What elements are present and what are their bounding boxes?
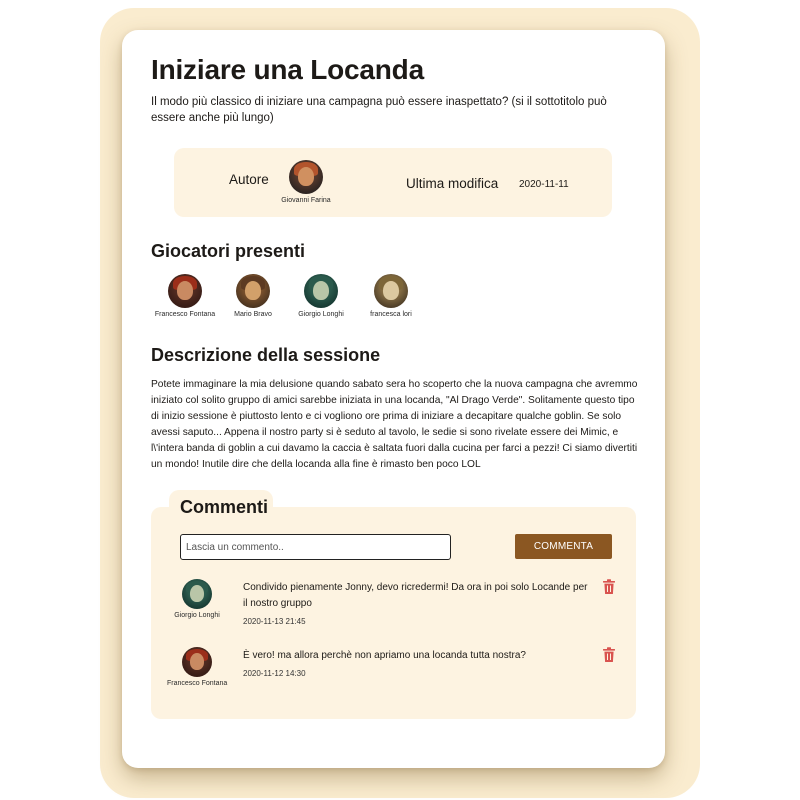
avatar[interactable] [168, 274, 202, 308]
comments-section: COMMENTA Giorgio Longhi Condivido pienam… [151, 507, 636, 719]
page-title: Iniziare una Locanda [151, 54, 424, 85]
comment-date: 2020-11-13 21:45 [243, 617, 306, 626]
session-meta: Autore Giovanni Farina Ultima modifica 2… [174, 148, 612, 217]
players-title: Giocatori presenti [151, 241, 306, 261]
comment-author[interactable]: Francesco Fontana [167, 647, 227, 687]
avatar[interactable] [182, 579, 212, 609]
modified-label: Ultima modifica [406, 176, 499, 191]
avatar[interactable] [236, 274, 270, 308]
modified-date: 2020-11-11 [519, 179, 569, 190]
author-name: Giovanni Farina [281, 197, 331, 204]
comment-input[interactable] [180, 534, 451, 560]
author-label: Autore [229, 172, 269, 187]
comment-author-name: Giorgio Longhi [174, 612, 220, 619]
player-item[interactable]: francesca lori [356, 274, 426, 318]
avatar[interactable] [182, 647, 212, 677]
comment-item: Giorgio Longhi Condivido pienamente Jonn… [151, 579, 636, 639]
player-name: Francesco Fontana [154, 311, 216, 318]
player-name: Giorgio Longhi [298, 311, 344, 318]
author-profile[interactable]: Giovanni Farina [276, 160, 336, 204]
comment-item: Francesco Fontana È vero! ma allora perc… [151, 647, 636, 707]
player-item[interactable]: Giorgio Longhi [286, 274, 356, 318]
avatar[interactable] [304, 274, 338, 308]
comment-button[interactable]: COMMENTA [515, 534, 612, 559]
comment-author-name: Francesco Fontana [167, 680, 228, 687]
comments-title: Commenti [180, 497, 269, 517]
description-title: Descrizione della sessione [151, 345, 381, 365]
player-name: Mario Bravo [234, 311, 272, 318]
player-item[interactable]: Francesco Fontana [150, 274, 220, 318]
session-card: Iniziare una Locanda Il modo più classic… [122, 30, 665, 768]
comment-author[interactable]: Giorgio Longhi [167, 579, 227, 619]
description-text: Potete immaginare la mia delusione quand… [151, 379, 638, 470]
player-item[interactable]: Mario Bravo [218, 274, 288, 318]
comment-text: Condivido pienamente Jonny, devo ricrede… [243, 582, 588, 609]
avatar[interactable] [289, 160, 323, 194]
players-list: Francesco Fontana Mario Bravo Giorgio Lo… [150, 274, 450, 324]
avatar[interactable] [374, 274, 408, 308]
player-name: francesca lori [370, 311, 412, 318]
comment-text: È vero! ma allora perchè non apriamo una… [243, 650, 526, 661]
page-subtitle: Il modo più classico di iniziare una cam… [151, 96, 607, 124]
trash-icon[interactable] [602, 647, 616, 663]
comment-date: 2020-11-12 14:30 [243, 669, 306, 678]
trash-icon[interactable] [602, 579, 616, 595]
